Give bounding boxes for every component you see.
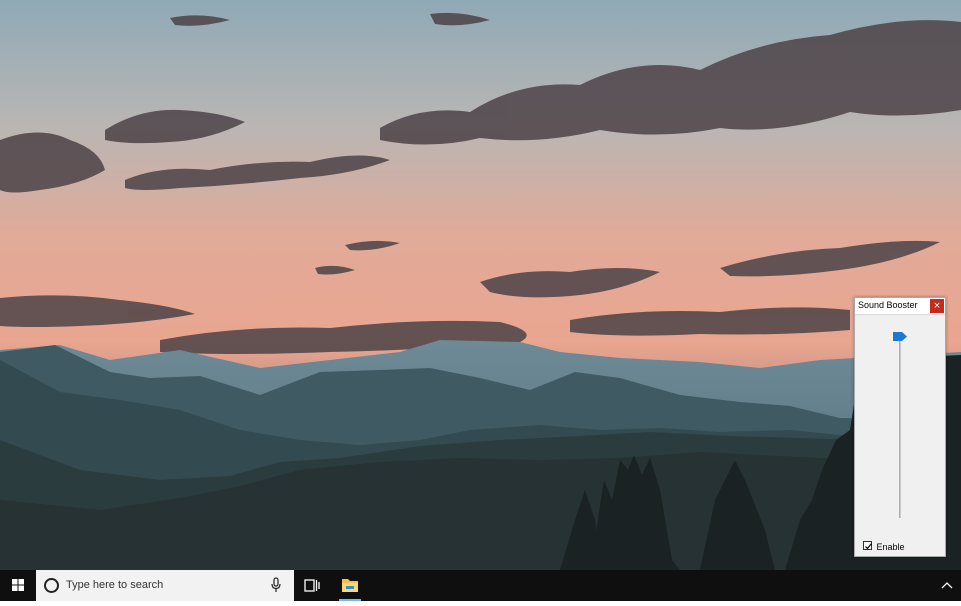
mountain-sunset-wallpaper bbox=[0, 0, 961, 570]
cortana-circle-icon bbox=[44, 578, 59, 593]
volume-slider-track[interactable] bbox=[899, 332, 901, 518]
start-button[interactable] bbox=[0, 570, 36, 601]
windows-start-icon bbox=[12, 579, 24, 591]
desktop-wallpaper bbox=[0, 0, 961, 570]
chevron-up-icon[interactable] bbox=[940, 580, 954, 592]
sound-booster-titlebar[interactable]: Sound Booster × bbox=[855, 298, 945, 315]
file-explorer-icon bbox=[342, 579, 358, 592]
taskbar: Type here to search bbox=[0, 570, 961, 601]
search-placeholder: Type here to search bbox=[66, 579, 164, 591]
close-icon: × bbox=[933, 301, 941, 311]
microphone-icon[interactable] bbox=[271, 577, 281, 593]
checkbox-checked-icon[interactable] bbox=[863, 541, 872, 551]
task-view-icon[interactable] bbox=[302, 577, 322, 594]
enable-checkbox[interactable]: Enable bbox=[863, 538, 905, 552]
taskbar-search-box[interactable]: Type here to search bbox=[36, 570, 294, 601]
sound-booster-title: Sound Booster bbox=[858, 300, 918, 310]
sound-booster-window: Sound Booster × Enable bbox=[854, 297, 946, 557]
file-explorer-button[interactable] bbox=[336, 570, 364, 601]
close-button[interactable]: × bbox=[930, 299, 944, 313]
enable-label: Enable bbox=[876, 541, 905, 552]
volume-slider-thumb[interactable] bbox=[893, 331, 907, 341]
